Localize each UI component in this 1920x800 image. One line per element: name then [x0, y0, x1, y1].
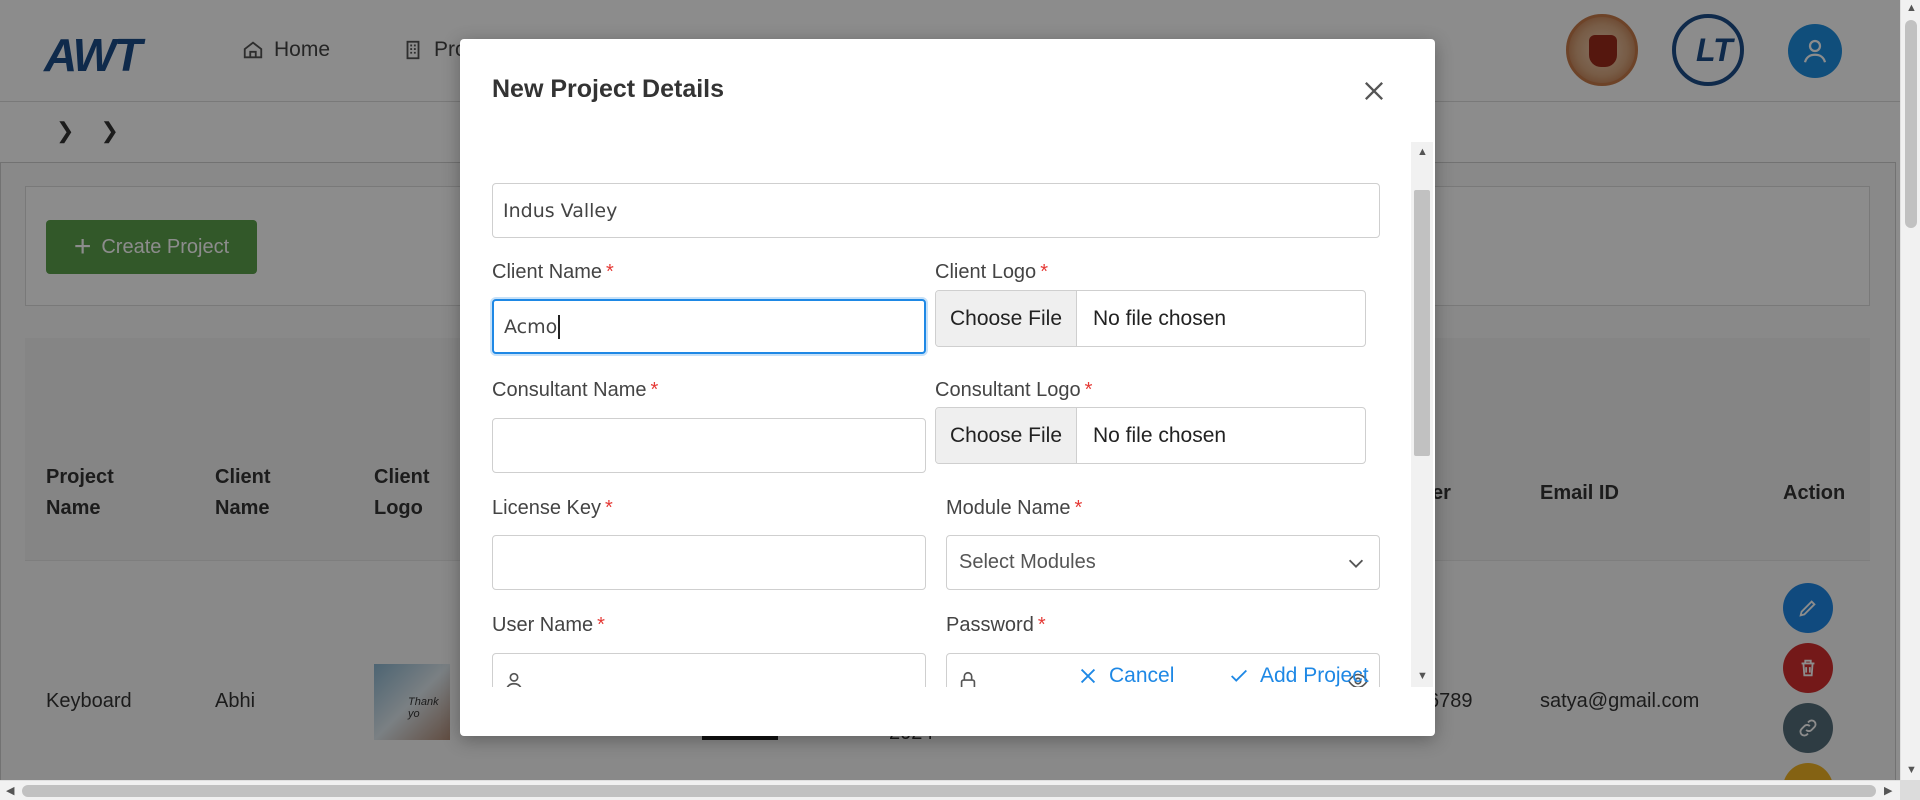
consultant-logo-file-status: No file chosen: [1093, 423, 1227, 447]
modal-scroll-thumb[interactable]: [1414, 190, 1430, 456]
modal-scroll-down-icon[interactable]: ▼: [1417, 670, 1428, 682]
required-marker: *: [1074, 497, 1083, 519]
text-caret: [558, 314, 561, 339]
client-logo-choose-file-button[interactable]: Choose File: [936, 291, 1077, 346]
user-name-field[interactable]: [492, 653, 926, 687]
client-name-value: Acmo: [504, 315, 558, 338]
page-vertical-scroll-thumb[interactable]: [1905, 20, 1917, 228]
module-name-select[interactable]: Select Modules: [946, 535, 1380, 590]
client-logo-file-status: No file chosen: [1093, 306, 1227, 330]
project-name-value: Indus Valley: [503, 199, 618, 222]
cancel-button[interactable]: Cancel: [1077, 664, 1174, 688]
chevron-down-icon: [1348, 559, 1364, 568]
required-marker: *: [606, 261, 614, 283]
module-name-label: Module Name *: [946, 497, 1083, 519]
close-icon[interactable]: [1360, 77, 1388, 105]
consultant-logo-choose-file-button[interactable]: Choose File: [936, 408, 1077, 463]
license-key-field[interactable]: [492, 535, 926, 590]
client-name-label: Client Name *: [492, 261, 614, 283]
client-logo-label: Client Logo *: [935, 261, 1048, 283]
page-horizontal-scrollbar[interactable]: ◀ ▶: [0, 780, 1900, 800]
consultant-name-label: Consultant Name *: [492, 379, 659, 401]
modal-title: New Project Details: [492, 75, 725, 103]
required-marker: *: [597, 614, 605, 636]
close-icon: [1080, 668, 1096, 684]
scroll-down-arrow-icon[interactable]: ▼: [1906, 764, 1917, 776]
required-marker: *: [650, 379, 659, 401]
scrollbar-corner: [1900, 780, 1920, 800]
client-name-field[interactable]: Acmo: [492, 299, 926, 354]
license-key-label: License Key *: [492, 497, 613, 519]
scroll-right-arrow-icon[interactable]: ▶: [1884, 784, 1892, 797]
client-logo-file-input[interactable]: Choose File No file chosen: [935, 290, 1366, 347]
page-vertical-scrollbar[interactable]: ▲ ▼: [1900, 0, 1920, 780]
scroll-up-arrow-icon[interactable]: ▲: [1906, 2, 1917, 14]
add-project-label: Add Project: [1260, 664, 1369, 687]
cancel-label: Cancel: [1109, 664, 1175, 687]
new-project-modal: New Project Details Indus Valley Client …: [460, 39, 1435, 736]
modal-scroll-up-icon[interactable]: ▲: [1417, 146, 1428, 158]
add-project-button[interactable]: Add Project: [1228, 664, 1369, 688]
check-icon: [1231, 669, 1247, 682]
required-marker: *: [604, 497, 613, 519]
modal-scrollbar[interactable]: ▲ ▼: [1411, 142, 1433, 687]
consultant-logo-file-input[interactable]: Choose File No file chosen: [935, 407, 1366, 464]
user-icon: [506, 672, 522, 687]
required-marker: *: [1037, 614, 1046, 636]
module-name-placeholder: Select Modules: [959, 551, 1096, 573]
password-label: Password *: [946, 614, 1046, 636]
consultant-logo-label: Consultant Logo *: [935, 379, 1093, 401]
scroll-left-arrow-icon[interactable]: ◀: [6, 784, 14, 797]
project-name-field[interactable]: Indus Valley: [492, 183, 1380, 238]
lock-icon: [960, 671, 976, 687]
required-marker: *: [1084, 379, 1093, 401]
page-horizontal-scroll-thumb[interactable]: [22, 785, 1876, 797]
modal-body: Indus Valley Client Name * Acmo Client Lo…: [460, 142, 1435, 687]
user-name-label: User Name *: [492, 614, 605, 636]
consultant-name-field[interactable]: [492, 418, 926, 473]
required-marker: *: [1040, 261, 1048, 283]
